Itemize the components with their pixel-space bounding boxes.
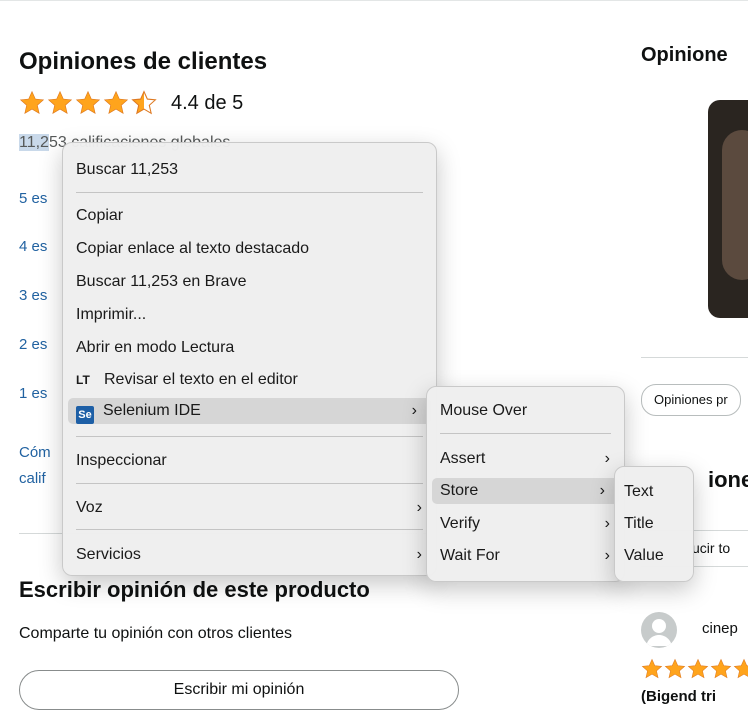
submenu-item-label: Store (440, 482, 479, 499)
selenium-icon: Se (76, 406, 94, 424)
how-calc-line-1: Cóm (19, 444, 51, 461)
menu-item-search-brave[interactable]: Buscar 11,253 en Brave (63, 269, 436, 295)
context-menu: Buscar 11,253 Copiar Copiar enlace al te… (62, 142, 437, 576)
star-filter-3[interactable]: 3 es (19, 287, 47, 304)
submenu-item-store[interactable]: Store › (432, 478, 619, 504)
menu-item-label: Inspeccionar (76, 452, 167, 469)
submenu-item-label: Wait For (440, 547, 500, 564)
star-filter-2[interactable]: 2 es (19, 336, 47, 353)
submenu-item-wait-for[interactable]: Wait For › (427, 543, 624, 569)
reviewer-name[interactable]: cinep (702, 620, 738, 637)
star-filter-1[interactable]: 1 es (19, 385, 47, 402)
right-section-title: Opinione (641, 44, 728, 66)
star-icon (103, 90, 129, 114)
write-review-title: Escribir opinión de este producto (19, 577, 370, 602)
star-icon (733, 658, 748, 679)
section-title: Opiniones de clientes (19, 48, 268, 75)
submenu-item-label: Verify (440, 515, 481, 532)
menu-item-label: Selenium IDE (103, 402, 201, 419)
menu-separator (76, 529, 423, 530)
store-item-text[interactable]: Text (615, 479, 693, 505)
menu-item-label: Copiar enlace al texto destacado (76, 240, 310, 257)
rating-text: 4.4 de 5 (171, 91, 244, 114)
review-stars (641, 658, 748, 680)
chevron-right-icon: › (416, 499, 422, 516)
menu-item-label: Buscar 11,253 (76, 161, 178, 178)
menu-item-label: Abrir en modo Lectura (76, 339, 235, 356)
chevron-right-icon: › (599, 482, 605, 499)
menu-item-label: Imprimir... (76, 306, 147, 323)
right-subtitle: ione (708, 467, 748, 492)
menu-item-print[interactable]: Imprimir... (63, 302, 436, 328)
submenu-item-verify[interactable]: Verify › (427, 511, 624, 537)
photo-subject (722, 130, 748, 280)
star-filter-4[interactable]: 4 es (19, 238, 47, 255)
menu-item-label: Servicios (76, 546, 141, 563)
menu-item-reader-mode[interactable]: Abrir en modo Lectura (63, 335, 436, 361)
store-item-label: Text (624, 483, 654, 500)
star-icon (47, 90, 73, 114)
menu-item-inspect[interactable]: Inspeccionar (63, 448, 436, 474)
star-icon (75, 90, 101, 114)
menu-item-label: Copiar (76, 207, 124, 224)
star-icon (687, 658, 709, 679)
menu-item-selenium-ide[interactable]: Se Selenium IDE › (68, 398, 431, 424)
translate-filter-text[interactable]: ucir to (692, 540, 730, 556)
store-submenu: Text Title Value (614, 466, 694, 582)
store-item-label: Value (624, 547, 664, 564)
store-item-label: Title (624, 515, 654, 532)
how-ratings-calculated-link[interactable]: Cóm calif (19, 440, 51, 492)
menu-item-voice[interactable]: Voz › (63, 495, 436, 521)
menu-item-label: Revisar el texto en el editor (104, 371, 298, 388)
store-item-title[interactable]: Title (615, 511, 693, 537)
filter-chip[interactable]: Opiniones pr (641, 384, 741, 416)
star-icon (641, 658, 663, 679)
right-divider (641, 357, 748, 358)
menu-item-copy-link-highlight[interactable]: Copiar enlace al texto destacado (63, 236, 436, 262)
store-item-value[interactable]: Value (615, 543, 693, 569)
menu-item-search[interactable]: Buscar 11,253 (63, 157, 436, 183)
chevron-right-icon: › (416, 546, 422, 563)
how-calc-line-2: calif (19, 470, 46, 487)
write-review-button[interactable]: Escribir mi opinión (19, 670, 459, 710)
menu-separator (76, 192, 423, 193)
top-divider (0, 0, 748, 1)
menu-item-label: Voz (76, 499, 103, 516)
menu-separator (440, 433, 611, 434)
chevron-right-icon: › (604, 547, 610, 564)
star-icon (19, 90, 45, 114)
menu-item-review-text-editor[interactable]: LT Revisar el texto en el editor (63, 367, 436, 393)
share-opinion-text: Comparte tu opinión con otros clientes (19, 625, 293, 642)
write-review-button-label: Escribir mi opinión (173, 681, 305, 698)
review-photo[interactable] (708, 100, 748, 318)
selenium-submenu: Mouse Over Assert › Store › Verify › Wait F… (426, 386, 625, 582)
menu-item-services[interactable]: Servicios › (63, 542, 436, 568)
lt-icon: LT (76, 373, 90, 387)
rating-summary: 4.4 de 5 (19, 90, 243, 116)
submenu-item-assert[interactable]: Assert › (427, 446, 624, 472)
menu-item-copy[interactable]: Copiar (63, 203, 436, 229)
avatar-icon (641, 612, 677, 648)
star-half-icon (131, 90, 157, 115)
star-icon (710, 658, 732, 679)
review-title[interactable]: (Bigend tri (641, 688, 716, 705)
star-icon (664, 658, 686, 679)
selected-text: 11,2 (19, 134, 49, 151)
submenu-item-mouse-over[interactable]: Mouse Over (427, 398, 624, 424)
chevron-right-icon: › (604, 450, 610, 467)
submenu-item-label: Assert (440, 450, 486, 467)
menu-separator (76, 436, 423, 437)
menu-separator (76, 483, 423, 484)
menu-item-label: Buscar 11,253 en Brave (76, 273, 247, 290)
chevron-right-icon: › (604, 515, 610, 532)
avatar-silhouette-icon (646, 619, 672, 646)
submenu-item-label: Mouse Over (440, 402, 528, 419)
star-filter-5[interactable]: 5 es (19, 190, 47, 207)
chevron-right-icon: › (411, 402, 417, 419)
